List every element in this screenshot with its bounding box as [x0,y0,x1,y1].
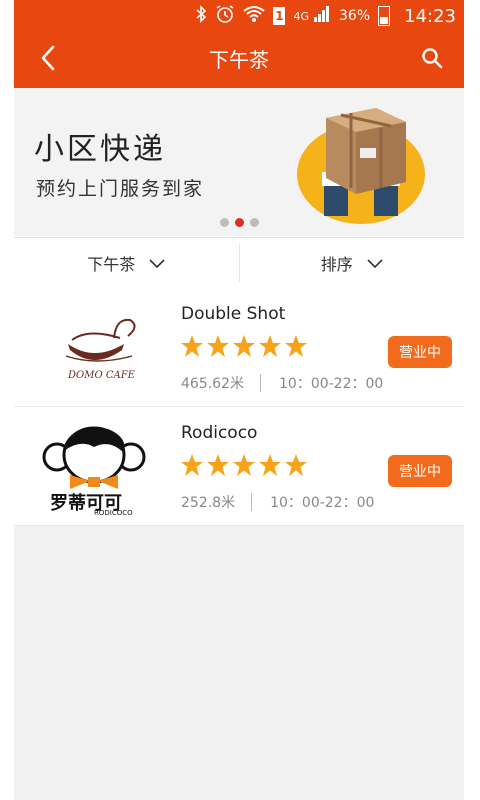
star-icon [233,454,255,476]
shop-hours: 10：00-22：00 [270,495,375,511]
domo-cafe-logo: DOMO CAFE [65,318,136,381]
star-icon [259,454,281,476]
network-type: 4G [293,9,309,23]
chevron-down-icon [367,254,383,273]
shop-hours: 10：00-22：00 [279,376,384,392]
star-icon [285,454,307,476]
app-header: 下午茶 [14,32,464,88]
filter-bar: 下午茶 排序 [14,237,464,289]
chevron-down-icon [149,254,165,273]
shop-distance: 252.8米 [181,495,236,511]
logo-text: DOMO CAFE [67,370,136,381]
meta-separator [251,493,253,511]
category-filter-label: 下午茶 [87,255,136,274]
sort-filter-label: 排序 [320,255,353,274]
rating-stars [180,334,308,358]
delivery-box-illustration [297,108,425,224]
status-icons: 1 4G 36% 14:23 [195,0,456,32]
status-badge: 营业中 [388,336,452,368]
search-icon [421,47,443,73]
battery-icon [378,6,391,26]
shop-list: DOMO CAFE Double Shot 465.62米 10：00-22：0… [14,288,464,526]
star-icon [207,335,229,357]
signal-icon [313,5,331,27]
pager-dot[interactable] [219,218,229,227]
sort-filter[interactable]: 排序 [240,238,465,288]
app-root: 1 4G 36% 14:23 下午茶 小区快递 预约上门服务到家 下午茶 排序 … [0,0,480,800]
shop-distance: 465.62米 [181,376,244,392]
shop-list-item[interactable]: DOMO CAFE Double Shot 465.62米 10：00-22：0… [14,288,464,407]
category-filter[interactable]: 下午茶 [14,238,239,288]
banner-pager [14,218,464,227]
battery-percent: 36% [339,8,371,24]
bluetooth-icon [195,5,207,27]
status-badge: 营业中 [388,455,452,487]
meta-separator [260,374,261,392]
star-icon [207,454,229,476]
star-icon [181,454,203,476]
search-button[interactable] [414,42,450,78]
sim-card-icon: 1 [273,7,286,25]
wifi-icon [243,5,266,27]
shop-meta: 465.62米 10：00-22：00 [181,373,383,393]
banner-title: 小区快递 [34,132,166,167]
page-title: 下午茶 [209,48,269,72]
status-bar: 1 4G 36% 14:23 [14,0,464,32]
banner-subtitle: 预约上门服务到家 [36,178,205,200]
pager-dot-active[interactable] [234,218,244,227]
shop-meta: 252.8米 10：00-22：00 [181,492,374,512]
shop-list-item[interactable]: 罗蒂可可 RODICOCO Rodicoco 252.8米 10：00-22：0… [14,407,464,526]
logo-text: RODICOCO [94,509,133,517]
shop-name: Rodicoco [181,423,258,443]
alarm-icon [215,4,235,28]
star-icon [259,335,281,357]
shop-name: Double Shot [181,304,286,324]
rating-stars [180,453,308,477]
star-icon [181,335,203,357]
rodicoco-logo: 罗蒂可可 RODICOCO [42,426,146,517]
promo-banner[interactable]: 小区快递 预约上门服务到家 [14,88,464,236]
pager-dot[interactable] [249,218,259,227]
star-icon [233,335,255,357]
empty-area [14,526,464,800]
star-icon [285,335,307,357]
status-time: 14:23 [404,5,456,27]
